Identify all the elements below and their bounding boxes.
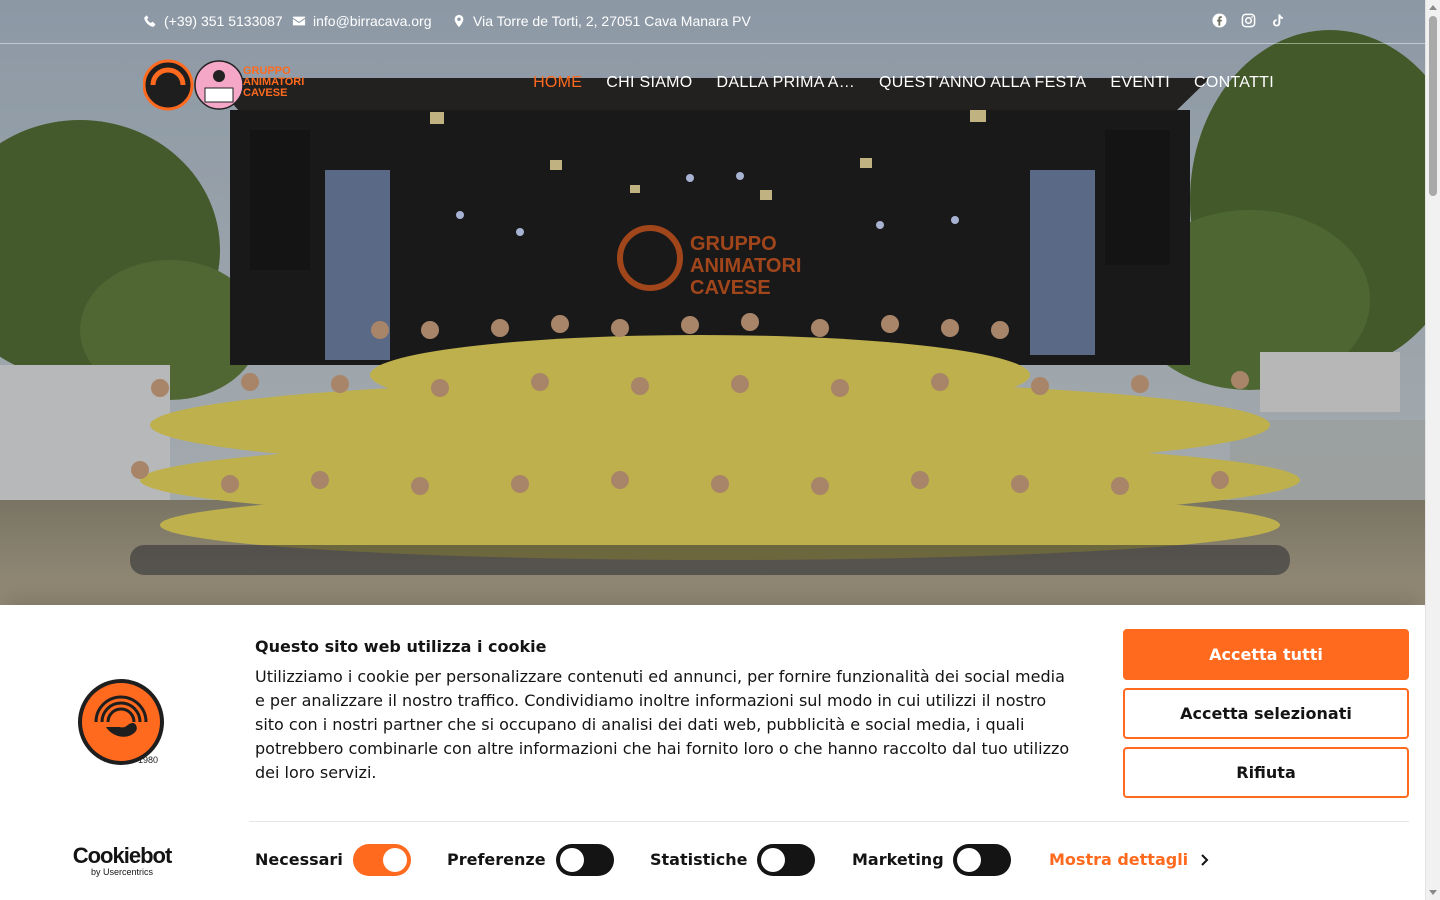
cookie-consent-banner: 1980 Questo sito web utilizza i cookie U…: [0, 605, 1425, 900]
nav-item-dalla-prima[interactable]: DALLA PRIMA A…: [717, 74, 855, 92]
map-pin-icon: [454, 14, 464, 28]
deny-button[interactable]: Rifiuta: [1123, 747, 1409, 798]
toggle-label-necessari: Necessari: [255, 850, 343, 869]
email-contact[interactable]: info@birracava.org: [292, 13, 432, 29]
scroll-thumb[interactable]: [1429, 16, 1437, 196]
cookiebot-sub: by Usercentrics: [90, 867, 153, 877]
toggle-statistiche[interactable]: [757, 844, 815, 876]
toggle-label-preferenze: Preferenze: [447, 850, 546, 869]
accept-all-button[interactable]: Accetta tutti: [1123, 629, 1409, 680]
nav-item-quest-anno[interactable]: QUEST'ANNO ALLA FESTA: [879, 74, 1086, 92]
nav-item-eventi[interactable]: EVENTI: [1110, 74, 1170, 92]
cookie-divider: [249, 821, 1409, 822]
cookie-title: Questo sito web utilizza i cookie: [255, 637, 547, 656]
nav-item-contatti[interactable]: CONTATTI: [1194, 74, 1274, 92]
cookie-description: Utilizziamo i cookie per personalizzare …: [255, 667, 1070, 782]
cookiebot-brand: Cookiebot: [72, 843, 173, 868]
nav-item-home[interactable]: HOME: [533, 74, 582, 92]
svg-text:1980: 1980: [138, 755, 158, 765]
toggle-preferenze[interactable]: [556, 844, 614, 876]
tiktok-icon[interactable]: [1270, 13, 1285, 28]
main-navigation: HOME CHI SIAMO DALLA PRIMA A… QUEST'ANNO…: [533, 74, 1274, 92]
scroll-down-arrow-icon[interactable]: [1429, 890, 1437, 895]
address-text: Via Torre de Torti, 2, 27051 Cava Manara…: [473, 13, 751, 29]
phone-text: (+39) 351 5133087: [164, 13, 283, 29]
show-details-label: Mostra dettagli: [1049, 850, 1189, 869]
email-text: info@birracava.org: [313, 13, 432, 29]
show-details-link[interactable]: Mostra dettagli: [1049, 850, 1209, 869]
site-emblem-icon: 1980: [78, 679, 164, 765]
envelope-icon: [292, 16, 306, 26]
toggle-label-marketing: Marketing: [852, 850, 944, 869]
facebook-icon[interactable]: [1212, 13, 1227, 28]
phone-icon: [144, 15, 156, 27]
scroll-up-arrow-icon[interactable]: [1429, 5, 1437, 10]
nav-item-chi-siamo[interactable]: CHI SIAMO: [606, 74, 692, 92]
toggle-necessari[interactable]: [353, 844, 411, 876]
chevron-right-icon: [1201, 853, 1209, 866]
toggle-label-statistiche: Statistiche: [650, 850, 748, 869]
address-contact[interactable]: Via Torre de Torti, 2, 27051 Cava Manara…: [452, 13, 751, 29]
phone-contact[interactable]: (+39) 351 5133087: [143, 13, 283, 29]
page-scrollbar[interactable]: [1425, 0, 1440, 900]
instagram-icon[interactable]: [1241, 13, 1256, 28]
top-info-bar: (+39) 351 5133087 info@birracava.org Via…: [0, 0, 1425, 44]
social-links: [1212, 13, 1285, 28]
cookiebot-logo[interactable]: Cookiebot by Usercentrics: [70, 843, 174, 878]
site-logo[interactable]: GRUPPO ANIMATORI CAVESE: [142, 58, 313, 112]
logo-line-3: CAVESE: [243, 87, 288, 99]
accept-selected-button[interactable]: Accetta selezionati: [1123, 688, 1409, 739]
toggle-marketing[interactable]: [953, 844, 1011, 876]
